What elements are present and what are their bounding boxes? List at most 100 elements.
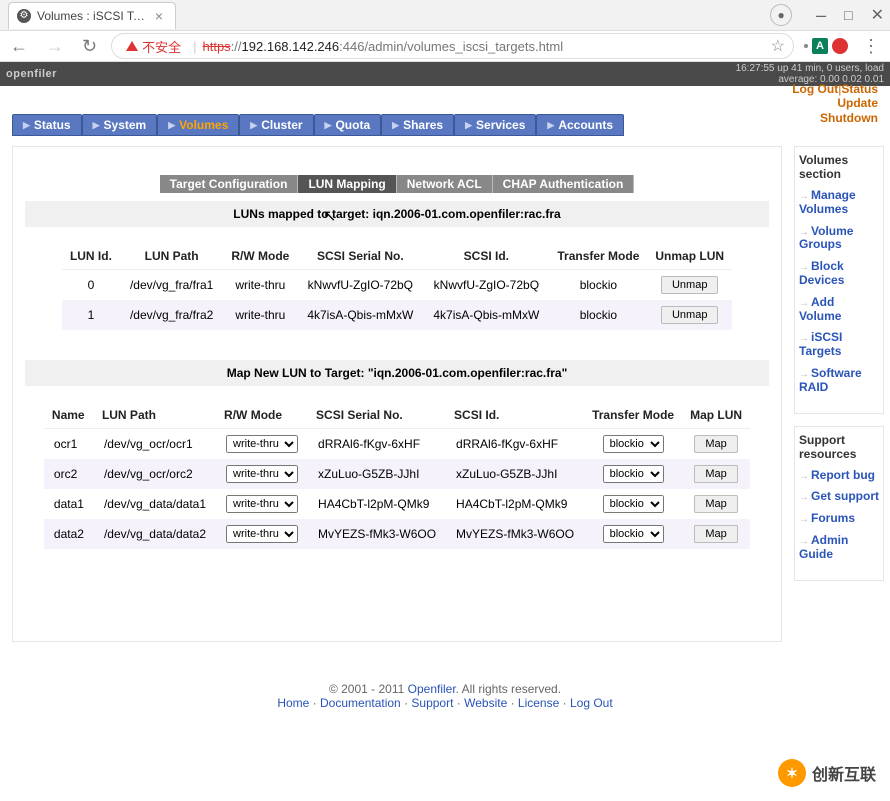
nav-back-icon[interactable]: ← [6, 36, 32, 57]
tab-favicon: ⚙ [17, 9, 31, 23]
table-row: data2/dev/vg_data/data2write-thruMvYEZS-… [44, 519, 750, 549]
sidebar-link[interactable]: Block Devices [799, 259, 844, 287]
sidebar-link[interactable]: Software RAID [799, 366, 862, 394]
unmap-button[interactable]: Unmap [661, 276, 718, 294]
extension-icons: A [804, 38, 848, 54]
map-section-header: Map New LUN to Target: "iqn.2006-01.com.… [25, 360, 769, 386]
map-button[interactable]: Map [694, 525, 737, 543]
sidebar-link[interactable]: Report bug [811, 468, 875, 482]
security-warning[interactable]: 不安全 [126, 37, 181, 56]
sub-nav-network-acl[interactable]: Network ACL [397, 175, 493, 193]
cell-scsi-id: 4k7isA-Qbis-mMxW [423, 300, 549, 330]
transfer-mode-select[interactable]: blockio [603, 435, 664, 453]
nav-shares[interactable]: ▶Shares [381, 114, 454, 136]
rw-mode-select[interactable]: write-thru [226, 525, 298, 543]
map-button[interactable]: Map [694, 465, 737, 483]
tab-close-icon[interactable]: × [151, 8, 167, 24]
url-bar[interactable]: 不安全 | https://192.168.142.246:446/admin/… [111, 33, 794, 59]
nav-forward-icon[interactable]: → [42, 36, 68, 57]
window-minimize[interactable]: – [816, 5, 826, 26]
nav-cluster[interactable]: ▶Cluster [239, 114, 313, 136]
cell-transfer-mode: blockio [549, 270, 647, 301]
nav-quota[interactable]: ▶Quota [314, 114, 382, 136]
col-rw-mode: R/W Mode [223, 243, 297, 270]
rw-mode-select[interactable]: write-thru [226, 435, 298, 453]
footer-link[interactable]: License [518, 696, 559, 710]
nav-arrow-icon: ▶ [168, 120, 175, 131]
footer-openfiler-link[interactable]: Openfiler [408, 682, 456, 696]
footer-link[interactable]: Documentation [320, 696, 401, 710]
transfer-mode-select[interactable]: blockio [603, 525, 664, 543]
footer-link[interactable]: Home [277, 696, 309, 710]
map-button[interactable]: Map [694, 495, 737, 513]
sidebar-support-box: Support resources Report bug Get support F… [794, 426, 884, 581]
sidebar-support-title: Support resources [799, 433, 879, 461]
browser-menu-icon[interactable]: ⋮ [858, 36, 884, 57]
cell-transfer-mode: blockio [549, 300, 647, 330]
bookmark-star-icon[interactable]: ☆ [771, 36, 785, 56]
cell-scsi-id: MvYEZS-fMk3-W6OO [446, 519, 584, 549]
nav-volumes[interactable]: ▶Volumes [157, 114, 239, 136]
sub-nav-chap[interactable]: CHAP Authentication [493, 175, 635, 193]
map-button[interactable]: Map [694, 435, 737, 453]
nav-reload-icon[interactable]: ↻ [78, 36, 101, 57]
window-close[interactable]: ✕ [871, 5, 884, 25]
sidebar-item: Block Devices [799, 260, 879, 288]
table-row: ocr1/dev/vg_ocr/ocr1write-thrudRRAl6-fKg… [44, 429, 750, 460]
footer-link[interactable]: Website [464, 696, 507, 710]
rw-mode-select[interactable]: write-thru [226, 465, 298, 483]
user-profile-icon[interactable]: ● [770, 4, 792, 26]
cell-lun-path: /dev/vg_data/data2 [94, 519, 216, 549]
cell-scsi-serial: xZuLuo-G5ZB-JJhI [308, 459, 446, 489]
nav-arrow-icon: ▶ [23, 120, 30, 131]
cell-scsi-serial: 4k7isA-Qbis-mMxW [297, 300, 423, 330]
cell-scsi-serial: HA4CbT-l2pM-QMk9 [308, 489, 446, 519]
table-row: 1/dev/vg_fra/fra2write-thru4k7isA-Qbis-m… [62, 300, 732, 330]
window-maximize[interactable]: □ [844, 7, 852, 23]
table-row: 0/dev/vg_fra/fra1write-thrukNwvfU-ZgIO-7… [62, 270, 732, 301]
rw-mode-select[interactable]: write-thru [226, 495, 298, 513]
sidebar-link[interactable]: Admin Guide [799, 533, 848, 561]
top-right-links: Log Out|Status Update Shutdown [792, 80, 884, 125]
link-shutdown[interactable]: Shutdown [820, 111, 878, 125]
link-status[interactable]: Status [841, 82, 878, 96]
footer-link[interactable]: Support [411, 696, 453, 710]
link-logout[interactable]: Log Out [792, 82, 838, 96]
sidebar-link[interactable]: Forums [811, 511, 855, 525]
sidebar: Volumes section Manage VolumesVolume Gro… [794, 146, 884, 581]
ext-icon-1[interactable] [804, 44, 808, 48]
nav-arrow-icon: ▶ [250, 120, 257, 131]
sub-nav-target-config[interactable]: Target Configuration [160, 175, 299, 193]
col-transfer-mode: Transfer Mode [549, 243, 647, 270]
footer-sep: · [401, 696, 412, 710]
col-scsi-serial: SCSI Serial No. [308, 402, 446, 429]
footer-copyright-suffix: . All rights reserved. [456, 682, 561, 696]
nav-system[interactable]: ▶System [82, 114, 158, 136]
sidebar-link[interactable]: Volume Groups [799, 224, 853, 252]
ext-icon-o[interactable] [832, 38, 848, 54]
sidebar-link[interactable]: Add Volume [799, 295, 841, 323]
ext-icon-a[interactable]: A [812, 38, 828, 54]
browser-tab[interactable]: ⚙ Volumes : iSCSI Target... × [8, 2, 176, 29]
luns-section-header: LUNs mapped to target: iqn.2006-01.com.o… [25, 201, 769, 227]
sub-nav-lun-mapping[interactable]: LUN Mapping [298, 175, 396, 193]
unmap-button[interactable]: Unmap [661, 306, 718, 324]
main-content: Target Configuration LUN Mapping Network… [12, 146, 782, 642]
nav-status[interactable]: ▶Status [12, 114, 82, 136]
url-text: https://192.168.142.246:446/admin/volume… [203, 39, 564, 54]
col-name: Name [44, 402, 94, 429]
link-update[interactable]: Update [837, 96, 878, 110]
sidebar-link[interactable]: iSCSI Targets [799, 330, 842, 358]
nav-arrow-icon: ▶ [325, 120, 332, 131]
main-nav: ▶Status ▶System ▶Volumes ▶Cluster ▶Quota… [12, 114, 890, 136]
sidebar-link[interactable]: Get support [811, 489, 879, 503]
sidebar-link[interactable]: Manage Volumes [799, 188, 856, 216]
sub-nav: Target Configuration LUN Mapping Network… [160, 175, 635, 193]
transfer-mode-select[interactable]: blockio [603, 495, 664, 513]
sidebar-item: Admin Guide [799, 534, 879, 562]
nav-services[interactable]: ▶Services [454, 114, 536, 136]
cell-lun-path: /dev/vg_data/data1 [94, 489, 216, 519]
nav-accounts[interactable]: ▶Accounts [536, 114, 624, 136]
footer-link[interactable]: Log Out [570, 696, 613, 710]
transfer-mode-select[interactable]: blockio [603, 465, 664, 483]
